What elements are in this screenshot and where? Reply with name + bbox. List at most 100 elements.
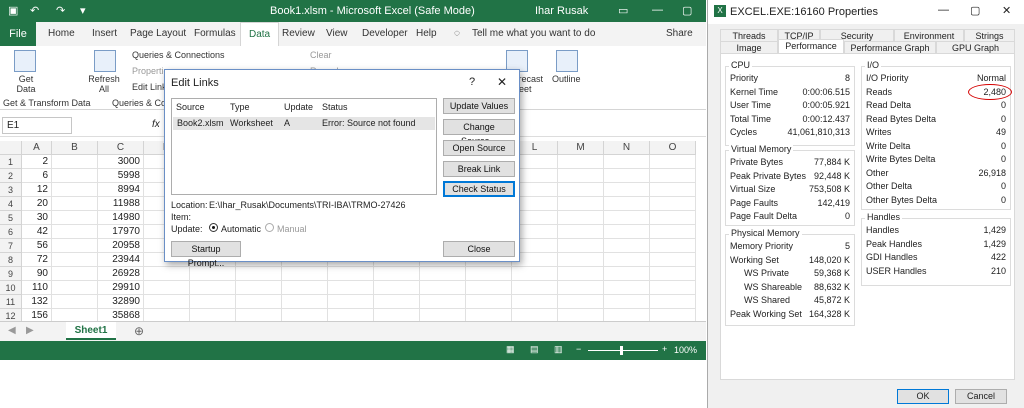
tab-help[interactable]: Help [416, 28, 437, 39]
fx-icon[interactable]: fx [152, 119, 160, 130]
cell[interactable] [650, 295, 696, 309]
cell[interactable]: 17970 [98, 225, 144, 239]
column-header[interactable]: O [650, 141, 696, 155]
column-header[interactable]: N [604, 141, 650, 155]
props-tab[interactable]: Performance [778, 39, 844, 54]
cell[interactable] [466, 295, 512, 309]
cell[interactable] [604, 225, 650, 239]
cell[interactable]: 12 [22, 183, 52, 197]
tab-insert[interactable]: Insert [92, 28, 117, 39]
save-icon[interactable]: ▣ [8, 4, 18, 17]
cell[interactable] [558, 169, 604, 183]
row-header[interactable]: 9 [0, 267, 22, 281]
cell[interactable]: 90 [22, 267, 52, 281]
tab-view[interactable]: View [326, 28, 348, 39]
ok-button[interactable]: OK [897, 389, 949, 404]
cell[interactable] [52, 281, 98, 295]
cell[interactable]: 6 [22, 169, 52, 183]
cell[interactable]: 11988 [98, 197, 144, 211]
cell[interactable] [558, 239, 604, 253]
minimize-icon[interactable]: — [652, 4, 663, 16]
cell[interactable] [374, 281, 420, 295]
cell[interactable] [190, 281, 236, 295]
change-source-button[interactable]: Change Source... [443, 119, 515, 146]
links-list[interactable]: Source Type Update Status Book2.xlsm Wor… [171, 98, 437, 195]
refresh-icon[interactable] [94, 50, 116, 72]
cell[interactable] [236, 295, 282, 309]
cell[interactable]: 14980 [98, 211, 144, 225]
cell[interactable] [52, 295, 98, 309]
zoom-level[interactable]: 100% [674, 345, 697, 355]
cell[interactable] [144, 281, 190, 295]
cell[interactable]: 8994 [98, 183, 144, 197]
close-icon[interactable]: ✕ [497, 75, 507, 89]
tab-home[interactable]: Home [48, 28, 75, 39]
outline-icon[interactable] [556, 50, 578, 72]
cell[interactable]: 72 [22, 253, 52, 267]
cell[interactable] [328, 267, 374, 281]
cell[interactable] [604, 197, 650, 211]
cell[interactable] [650, 267, 696, 281]
row-header[interactable]: 7 [0, 239, 22, 253]
cell[interactable] [144, 267, 190, 281]
cell[interactable] [558, 225, 604, 239]
row-header[interactable]: 5 [0, 211, 22, 225]
zoom-slider[interactable] [588, 350, 658, 351]
tab-review[interactable]: Review [282, 28, 315, 39]
link-row[interactable]: Book2.xlsm Worksheet A Error: Source not… [173, 117, 435, 130]
cell[interactable] [604, 281, 650, 295]
automatic-radio[interactable] [209, 223, 218, 232]
column-header[interactable]: C [98, 141, 144, 155]
cell[interactable] [52, 169, 98, 183]
props-maximize-icon[interactable]: ▢ [970, 4, 980, 17]
manual-radio[interactable] [265, 223, 274, 232]
tab-formulas[interactable]: Formulas [194, 28, 236, 39]
cell[interactable] [52, 267, 98, 281]
sheet-tab[interactable]: Sheet1 [66, 322, 116, 340]
clear-button[interactable]: Clear [310, 50, 332, 60]
tab-file[interactable]: File [0, 22, 36, 46]
cell[interactable] [420, 295, 466, 309]
update-values-button[interactable]: Update Values [443, 98, 515, 114]
cell[interactable] [650, 225, 696, 239]
name-box[interactable]: E1 [2, 117, 72, 134]
cell[interactable] [52, 253, 98, 267]
customize-icon[interactable]: ▾ [80, 4, 86, 17]
add-sheet-icon[interactable]: ⊕ [134, 324, 144, 338]
prev-sheet-icon[interactable]: ◀ [8, 325, 16, 336]
zoom-out-icon[interactable]: − [576, 344, 581, 354]
cell[interactable]: 110 [22, 281, 52, 295]
select-all-corner[interactable] [0, 141, 22, 155]
refresh-all-button[interactable]: Refresh All [86, 74, 122, 94]
cell[interactable]: 132 [22, 295, 52, 309]
help-icon[interactable]: ? [469, 76, 475, 88]
cell[interactable] [512, 281, 558, 295]
row-header[interactable]: 1 [0, 155, 22, 169]
column-header[interactable]: A [22, 141, 52, 155]
get-data-button[interactable]: Get Data [14, 74, 38, 94]
cell[interactable] [558, 211, 604, 225]
cell[interactable] [236, 267, 282, 281]
cell[interactable]: 26928 [98, 267, 144, 281]
cancel-button[interactable]: Cancel [955, 389, 1007, 404]
cell[interactable] [558, 253, 604, 267]
cell[interactable] [604, 211, 650, 225]
cell[interactable]: 5998 [98, 169, 144, 183]
zoom-thumb[interactable] [620, 346, 623, 355]
cell[interactable] [52, 183, 98, 197]
cell[interactable] [52, 155, 98, 169]
cell[interactable]: 23944 [98, 253, 144, 267]
cell[interactable] [328, 281, 374, 295]
cell[interactable] [52, 211, 98, 225]
undo-icon[interactable]: ↶ [30, 4, 39, 17]
cell[interactable] [650, 155, 696, 169]
cell[interactable] [282, 267, 328, 281]
page-break-view-icon[interactable]: ▥ [554, 344, 563, 355]
close-button[interactable]: Close [443, 241, 515, 257]
row-header[interactable]: 11 [0, 295, 22, 309]
cell[interactable] [650, 253, 696, 267]
row-header[interactable]: 8 [0, 253, 22, 267]
cell[interactable] [650, 197, 696, 211]
redo-icon[interactable]: ↷ [56, 4, 65, 17]
tab-developer[interactable]: Developer [362, 28, 408, 39]
